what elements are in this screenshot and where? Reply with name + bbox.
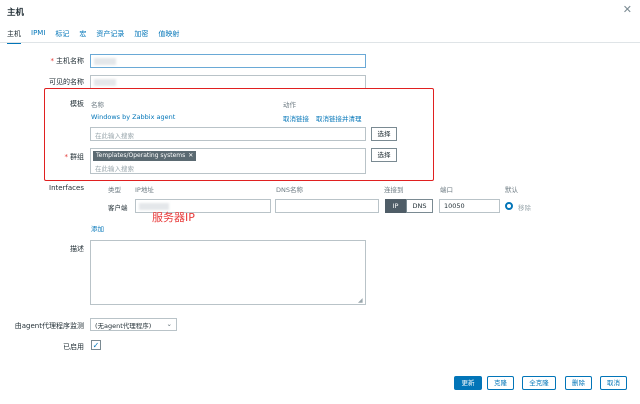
unlink-link[interactable]: 取消链接: [283, 113, 309, 123]
template-search-input[interactable]: 在此输入搜索: [90, 127, 366, 141]
tab-host[interactable]: 主机: [7, 29, 21, 44]
connect-ip-toggle[interactable]: IP: [385, 199, 406, 213]
description-textarea[interactable]: [90, 240, 366, 305]
interfaces-col-dns: DNS名称: [276, 186, 303, 194]
templates-label: 模板: [70, 100, 84, 108]
interfaces-col-type: 类型: [108, 186, 121, 194]
tab-tags[interactable]: 标记: [55, 29, 69, 39]
proxy-label: 由agent代理程序监测: [14, 322, 84, 330]
unlink-clear-link[interactable]: 取消链接并清理: [316, 113, 362, 123]
enabled-label: 已启用: [63, 343, 84, 351]
connect-dns-toggle[interactable]: DNS: [406, 199, 433, 213]
host-name-label: * 主机名称: [50, 57, 85, 65]
add-interface-link[interactable]: 添加: [91, 223, 104, 233]
visible-name-input[interactable]: [90, 75, 366, 89]
template-select-button[interactable]: 选择: [371, 127, 397, 141]
redacted-value: [94, 79, 116, 86]
chevron-down-icon: ⌄: [166, 320, 172, 328]
delete-button[interactable]: 删除: [565, 376, 592, 390]
interfaces-label: Interfaces: [49, 184, 84, 192]
host-name-input[interactable]: [90, 54, 366, 68]
tab-ipmi[interactable]: IPMI: [31, 29, 45, 39]
default-interface-radio[interactable]: [505, 202, 513, 210]
dialog-title: 主机: [7, 8, 25, 18]
full-clone-button[interactable]: 全克隆: [522, 376, 556, 390]
redacted-value: [94, 58, 116, 65]
clone-button[interactable]: 克隆: [487, 376, 514, 390]
tab-inventory[interactable]: 资产记录: [96, 29, 124, 39]
close-icon[interactable]: ✕: [623, 3, 632, 16]
groups-search-placeholder[interactable]: 在此输入搜索: [95, 163, 363, 173]
update-button[interactable]: 更新: [454, 376, 482, 390]
tab-macros[interactable]: 宏: [79, 29, 86, 39]
chip-remove-icon[interactable]: ✕: [188, 152, 193, 159]
interfaces-col-port: 端口: [440, 186, 453, 194]
interfaces-col-default: 默认: [505, 186, 518, 194]
interface-remove-link[interactable]: 移除: [518, 202, 531, 212]
enabled-checkbox[interactable]: ✓: [91, 340, 101, 350]
tab-value-mapping[interactable]: 值映射: [158, 29, 179, 39]
tab-encryption[interactable]: 加密: [134, 29, 148, 39]
groups-multiselect[interactable]: Templates/Operating systems ✕ 在此输入搜索: [90, 148, 366, 174]
group-chip: Templates/Operating systems ✕: [93, 151, 197, 161]
linked-template-name[interactable]: Windows by Zabbix agent: [91, 113, 175, 121]
proxy-select[interactable]: (无agent代理程序) ⌄: [90, 318, 177, 331]
resize-grip-icon[interactable]: ◢: [358, 297, 363, 304]
tab-divider: [0, 42, 640, 43]
interface-port-input[interactable]: 10050: [439, 199, 500, 213]
visible-name-label: 可见的名称: [49, 78, 84, 86]
cancel-button[interactable]: 取消: [600, 376, 627, 390]
interfaces-col-connect: 连接到: [384, 186, 404, 194]
templates-col-action: 动作: [283, 101, 296, 109]
interface-dns-input[interactable]: [275, 199, 379, 213]
templates-col-name: 名称: [91, 101, 104, 109]
tab-bar: 主机 IPMI 标记 宏 资产记录 加密 值映射: [7, 29, 189, 44]
server-ip-annotation: 服务器IP: [152, 211, 195, 224]
groups-label: * 群组: [64, 153, 85, 161]
interfaces-col-ip: IP地址: [135, 186, 154, 194]
groups-select-button[interactable]: 选择: [371, 148, 397, 162]
interface-type: 客户端: [108, 204, 128, 212]
description-label: 描述: [70, 245, 84, 253]
